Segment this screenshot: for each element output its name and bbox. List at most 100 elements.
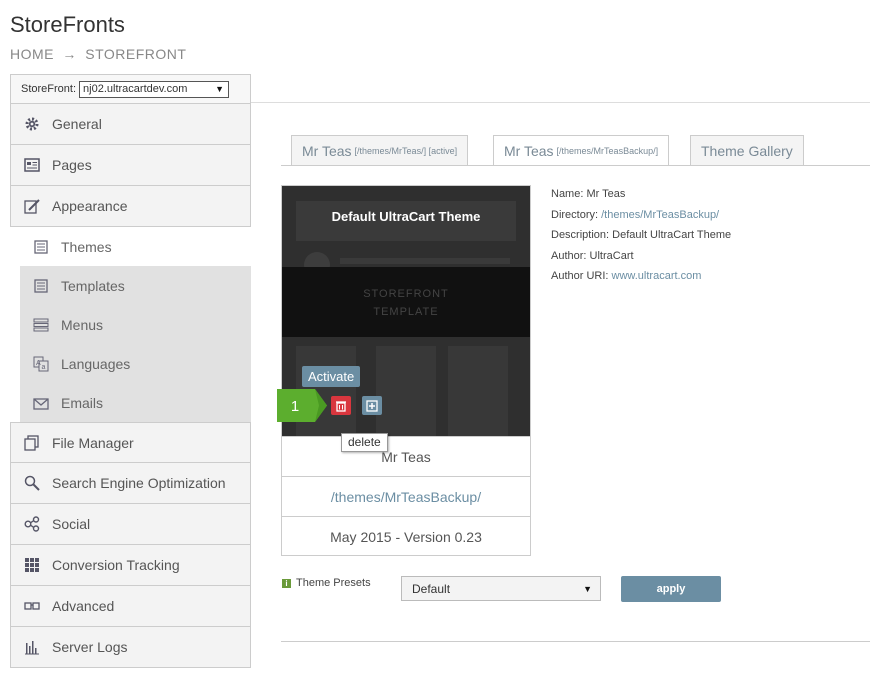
theme-info: Name: Mr Teas Directory: /themes/MrTeasB… [551,187,731,290]
sidebar-item-label: Pages [52,157,92,173]
storefront-selector-label: StoreFront: [21,83,77,95]
info-description: Description: Default UltraCart Theme [551,229,732,241]
tab-name: Mr Teas [302,142,352,159]
theme-directory-link[interactable]: /themes/MrTeasBackup/ [282,476,530,516]
theme-name: Mr Teas [282,436,530,476]
sidebar-item-label: Advanced [52,598,115,614]
themes-icon [32,238,50,256]
sidebar-subitem-templates[interactable]: Templates [20,266,251,305]
sidebar-subitem-label: Themes [61,238,112,255]
templates-icon [32,277,50,295]
copy-icon [366,399,378,412]
breadcrumb-home[interactable]: HOME [10,46,54,62]
bar-chart-icon [23,638,41,656]
menu-icon [32,316,50,334]
languages-icon: Aa [32,355,50,373]
sidebar-subitem-label: Templates [61,277,125,294]
info-directory: Directory: /themes/MrTeasBackup/ [551,208,720,221]
theme-presets-value: Default [412,581,451,596]
activate-button[interactable]: Activate [302,366,361,387]
sidebar-item-server-logs[interactable]: Server Logs [10,627,251,668]
sidebar-item-file-manager[interactable]: File Manager [10,422,251,463]
step-callout: 1 [277,389,327,422]
sidebar-item-seo[interactable]: Search Engine Optimization [10,463,251,504]
tabs-divider [281,165,870,166]
sidebar-subitem-label: Emails [61,394,104,411]
theme-presets-select[interactable]: Default ▼ [401,576,601,601]
sidebar-item-label: Social [52,516,91,532]
tab-name: Mr Teas [504,143,554,159]
preview-band-line1: STOREFRONT [363,288,449,300]
glasses-icon [23,597,41,615]
tab-path: [/themes/MrTeasBackup/] [556,146,659,156]
tab-path: [/themes/MrTeas/] [active] [354,145,458,156]
tab-theme-gallery[interactable]: Theme Gallery [690,135,804,165]
sidebar-subitem-languages[interactable]: Aa Languages [20,344,251,383]
sidebar-subitem-emails[interactable]: Emails [20,383,251,422]
preview-content-box [448,346,508,436]
pages-icon [23,156,41,174]
theme-version: May 2015 - Version 0.23 [282,516,530,556]
sidebar-subitem-menus[interactable]: Menus [20,305,251,344]
sidebar-item-appearance[interactable]: Appearance [10,186,251,227]
bottom-divider [281,641,870,642]
sidebar: StoreFront: nj02.ultracartdev.com ▼ Gene… [10,74,251,668]
sidebar-item-label: Search Engine Optimization [52,475,226,491]
trash-icon [336,400,346,412]
breadcrumb-arrow: → [62,46,77,62]
duplicate-button[interactable] [362,396,382,415]
sidebar-subitem-themes[interactable]: Themes [20,227,251,266]
delete-tooltip: delete [341,433,388,452]
gear-icon [23,115,41,133]
sidebar-item-label: General [52,116,102,132]
info-name: Name: Mr Teas [551,188,626,200]
sidebar-item-label: Server Logs [52,639,128,655]
share-icon [23,515,41,533]
info-directory-link[interactable]: /themes/MrTeasBackup/ [601,209,719,221]
info-icon[interactable]: i [282,578,291,588]
info-author-uri-link[interactable]: www.ultracart.com [612,270,702,282]
preview-band-line2: TEMPLATE [373,306,439,318]
tab-name: Theme Gallery [701,142,793,159]
preview-title: Default UltraCart Theme [331,209,481,224]
storefront-select[interactable]: nj02.ultracartdev.com ▼ [79,80,230,98]
tab-mr-teas-active[interactable]: Mr Teas [/themes/MrTeas/] [active] [291,135,469,165]
delete-button[interactable] [331,396,351,415]
sidebar-item-general[interactable]: General [10,104,251,145]
sidebar-subitem-label: Menus [61,316,104,333]
brush-icon [23,197,41,215]
preview-band: STOREFRONT TEMPLATE [282,267,530,337]
preview-content-box [376,346,436,436]
theme-presets-label: i Theme Presets [282,577,371,589]
sidebar-item-pages[interactable]: Pages [10,145,251,186]
chevron-down-icon: ▼ [583,583,592,594]
chevron-down-icon: ▼ [215,84,225,94]
theme-presets-text: Theme Presets [296,577,371,589]
envelope-icon [32,394,50,412]
sidebar-item-label: Conversion Tracking [52,557,180,573]
storefront-select-value: nj02.ultracartdev.com [83,83,188,95]
svg-text:A: A [36,360,41,367]
header-divider [251,102,870,103]
sidebar-item-label: Appearance [52,198,128,214]
grid-icon [23,556,41,574]
sidebar-subitem-label: Languages [61,355,131,372]
apply-button[interactable]: apply [621,576,721,602]
info-author: Author: UltraCart [551,249,634,262]
info-author-uri: Author URI: www.ultracart.com [551,270,702,282]
svg-text:a: a [42,364,46,371]
sidebar-item-advanced[interactable]: Advanced [10,586,251,627]
theme-card: Default UltraCart Theme STOREFRONT TEMPL… [281,185,531,556]
breadcrumb-current: STOREFRONT [85,46,187,62]
preview-nav-placeholder [340,258,510,264]
breadcrumb: HOME → STOREFRONT [10,46,190,62]
storefront-selector-row: StoreFront: nj02.ultracartdev.com ▼ [10,74,251,104]
page-title: StoreFronts [10,12,125,37]
step-callout-number: 1 [291,398,299,415]
tab-mr-teas-backup[interactable]: Mr Teas [/themes/MrTeasBackup/] [493,135,670,166]
file-icon [23,434,41,452]
search-icon [23,474,41,492]
sidebar-item-label: File Manager [52,434,134,451]
sidebar-item-social[interactable]: Social [10,504,251,545]
sidebar-item-conversion-tracking[interactable]: Conversion Tracking [10,545,251,586]
